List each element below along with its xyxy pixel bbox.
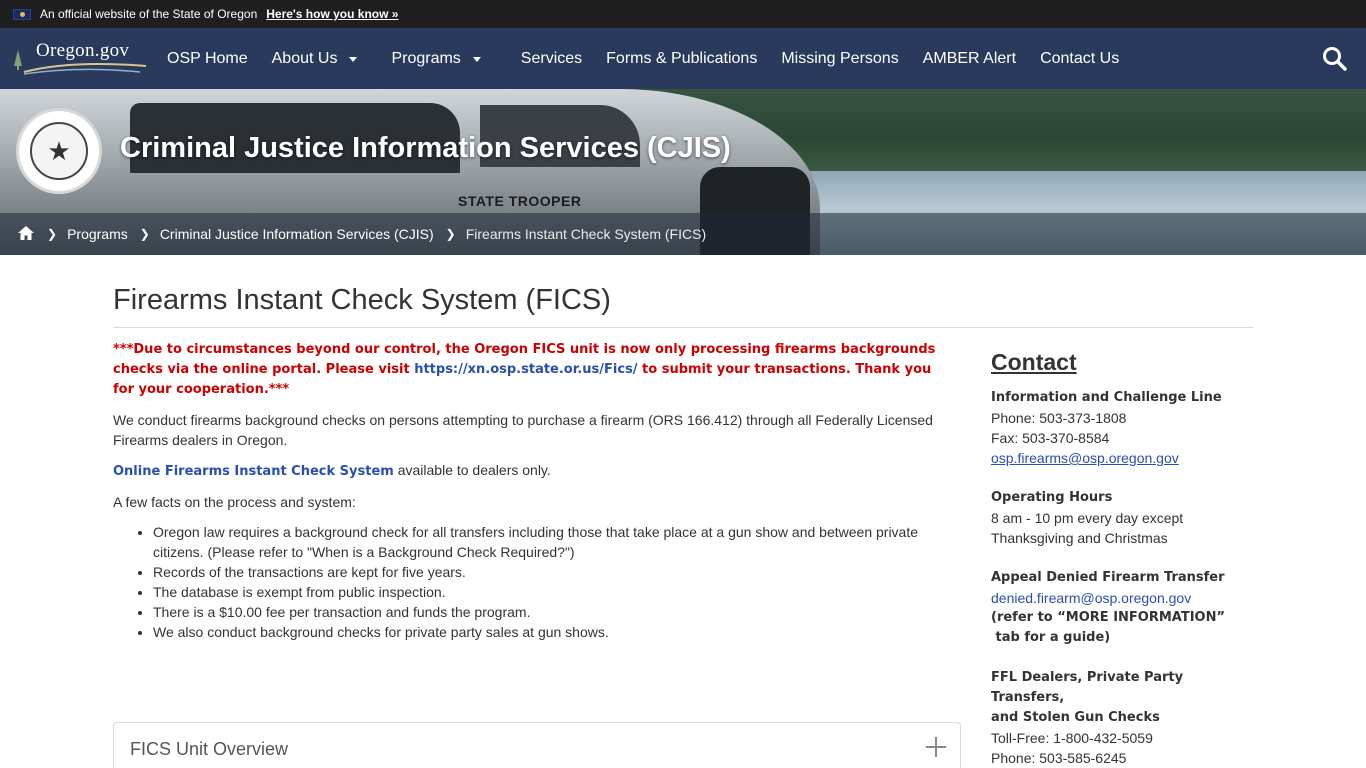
appeal-block: Appeal Denied Firearm Transfer denied.fi…	[991, 570, 1226, 645]
list-item: There is a $10.00 fee per transaction an…	[153, 602, 943, 622]
online-system-paragraph: Online Firearms Instant Check System ava…	[113, 462, 551, 479]
denied-firearm-email-link[interactable]: denied.firearm@osp.oregon.gov	[991, 590, 1191, 606]
online-fics-link[interactable]: Online Firearms Instant Check System	[113, 464, 394, 479]
info-challenge-block: Information and Challenge Line Phone: 50…	[991, 390, 1222, 466]
firearms-email-link[interactable]: osp.firearms@osp.oregon.gov	[991, 450, 1179, 466]
oregon-flag-icon	[13, 8, 31, 20]
official-banner: An official website of the State of Oreg…	[0, 0, 1366, 28]
list-item: The database is exempt from public inspe…	[153, 582, 943, 602]
breadcrumb-programs[interactable]: Programs	[67, 226, 128, 242]
vehicle-label: STATE TROOPER	[458, 193, 582, 209]
contact-sidebar: Contact Information and Challenge Line P…	[991, 348, 1251, 768]
hero-title: Criminal Justice Information Services (C…	[120, 132, 731, 164]
nav-about-us[interactable]: About Us	[260, 50, 370, 68]
home-icon[interactable]	[17, 225, 35, 244]
chevron-right-icon: ❯	[445, 227, 456, 241]
nav-menu: OSP Home About Us Programs Services Form…	[155, 28, 1131, 89]
breadcrumb: ❯ Programs ❯ Criminal Justice Informatio…	[0, 213, 1366, 255]
chevron-down-icon	[472, 57, 481, 62]
logo-text: Oregon.gov	[36, 40, 130, 61]
breadcrumb-current: Firearms Instant Check System (FICS)	[465, 226, 707, 242]
osp-seal-logo: ★	[16, 108, 102, 194]
title-divider	[113, 327, 1253, 328]
nav-contact-us[interactable]: Contact Us	[1028, 50, 1131, 68]
list-item: Records of the transactions are kept for…	[153, 562, 943, 582]
contact-heading: Contact	[991, 349, 1077, 375]
operating-hours-block: Operating Hours 8 am - 10 pm every day e…	[991, 490, 1184, 546]
list-item: Oregon law requires a background check f…	[153, 522, 943, 562]
official-banner-text: An official website of the State of Oreg…	[40, 7, 258, 21]
nav-services[interactable]: Services	[493, 50, 594, 68]
main-content: ***Due to circumstances beyond our contr…	[113, 340, 943, 642]
nav-amber-alert[interactable]: AMBER Alert	[911, 50, 1028, 68]
ffl-block: FFL Dealers, Private Party Transfers, an…	[991, 670, 1184, 766]
chevron-right-icon: ❯	[47, 227, 58, 241]
breadcrumb-cjis[interactable]: Criminal Justice Information Services (C…	[160, 226, 434, 242]
oregon-gov-logo[interactable]: Oregon.gov	[10, 36, 148, 80]
heres-how-you-know-link[interactable]: Here's how you know »	[266, 7, 398, 21]
facts-list: Oregon law requires a background check f…	[153, 522, 943, 642]
nav-missing-persons[interactable]: Missing Persons	[769, 50, 910, 68]
chevron-right-icon: ❯	[139, 227, 150, 241]
nav-programs[interactable]: Programs	[369, 50, 492, 68]
hero-banner: STATE TROOPER ★ Criminal Justice Informa…	[0, 89, 1366, 255]
nav-osp-home[interactable]: OSP Home	[155, 50, 260, 68]
main-navbar: Oregon.gov OSP Home About Us Programs Se…	[0, 28, 1366, 89]
nav-forms-publications[interactable]: Forms & Publications	[594, 50, 769, 68]
star-badge-icon: ★	[30, 122, 88, 180]
plus-icon[interactable]	[926, 737, 946, 757]
fics-portal-link[interactable]: https://xn.osp.state.or.us/Fics/	[414, 362, 637, 377]
chevron-down-icon	[349, 57, 358, 62]
accordion-title: FICS Unit Overview	[130, 739, 289, 759]
facts-lead: A few facts on the process and system:	[113, 494, 356, 510]
red-notice: ***Due to circumstances beyond our contr…	[113, 342, 936, 397]
page-title: Firearms Instant Check System (FICS)	[113, 284, 611, 316]
search-icon[interactable]	[1322, 46, 1348, 72]
fics-unit-overview-accordion[interactable]: FICS Unit Overview	[113, 722, 961, 768]
list-item: We also conduct background checks for pr…	[153, 622, 943, 642]
intro-paragraph: We conduct firearms background checks on…	[113, 412, 933, 448]
